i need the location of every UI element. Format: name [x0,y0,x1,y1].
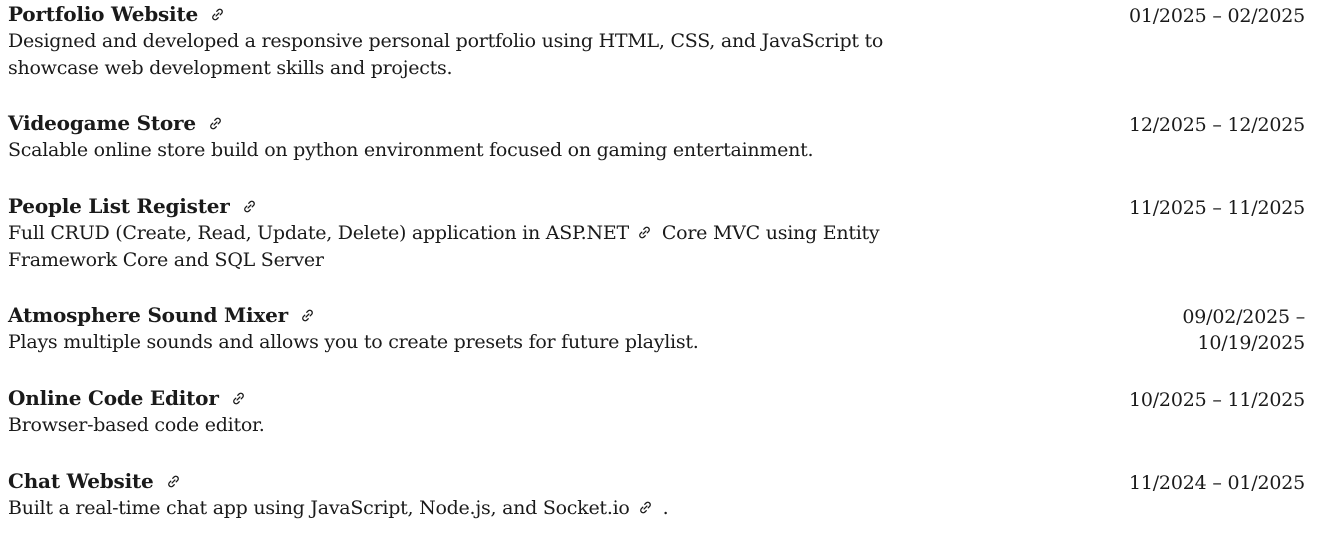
project-date: 11/2024 – 01/2025 [1128,472,1305,494]
project-title-text: Atmosphere Sound Mixer [8,303,288,327]
project-description: Browser-based code editor. [8,414,265,436]
project-date: 09/02/2025 – 10/19/2025 [1182,306,1305,354]
project-people-list-register: People List Register 11/2025 – 11/2025 F… [8,193,1305,274]
project-description: Scalable online store build on python en… [8,139,814,161]
link-icon[interactable] [208,116,223,131]
project-atmosphere-sound-mixer: Atmosphere Sound Mixer 09/02/2025 – 10/1… [8,302,1305,356]
link-icon[interactable] [242,199,257,214]
project-header: Online Code Editor 10/2025 – 11/2025 [8,385,1305,412]
link-icon[interactable] [210,7,225,22]
project-title-text: Chat Website [8,469,154,493]
project-portfolio-website: Portfolio Website 01/2025 – 02/2025 Desi… [8,1,1305,82]
project-title: Atmosphere Sound Mixer [8,302,315,329]
project-description: Designed and developed a responsive pers… [8,30,884,79]
description-text: Built a real-time chat app using JavaScr… [8,497,630,519]
project-title-text: Videogame Store [8,111,196,135]
project-title: People List Register [8,193,257,220]
project-title: Chat Website [8,468,181,495]
projects-section: Portfolio Website 01/2025 – 02/2025 Desi… [0,0,1318,545]
link-icon[interactable] [166,474,181,489]
project-chat-website: Chat Website 11/2024 – 01/2025 Built a r… [8,468,1305,522]
link-icon[interactable] [231,391,246,406]
description-text: . [662,497,669,519]
project-header: Atmosphere Sound Mixer 09/02/2025 – 10/1… [8,302,1305,354]
project-videogame-store: Videogame Store 12/2025 – 12/2025 Scalab… [8,110,1305,164]
project-header: Videogame Store 12/2025 – 12/2025 [8,110,1305,137]
project-title-text: People List Register [8,194,230,218]
project-header: People List Register 11/2025 – 11/2025 [8,193,1305,220]
project-title: Portfolio Website [8,1,225,28]
link-icon[interactable] [300,308,315,323]
project-date: 01/2025 – 02/2025 [1128,5,1305,27]
project-description: Full CRUD (Create, Read, Update, Delete)… [8,220,988,274]
link-icon[interactable] [638,500,653,515]
link-icon[interactable] [637,225,652,240]
project-date: 11/2025 – 11/2025 [1128,197,1305,219]
description-text: Full CRUD (Create, Read, Update, Delete)… [8,222,629,244]
project-header: Portfolio Website 01/2025 – 02/2025 [8,1,1305,28]
project-date: 12/2025 – 12/2025 [1128,114,1305,136]
project-title-text: Online Code Editor [8,386,219,410]
project-online-code-editor: Online Code Editor 10/2025 – 11/2025 Bro… [8,385,1305,439]
project-title: Online Code Editor [8,385,246,412]
project-title: Videogame Store [8,110,223,137]
project-description: Plays multiple sounds and allows you to … [8,331,699,353]
project-title-text: Portfolio Website [8,2,199,26]
project-header: Chat Website 11/2024 – 01/2025 [8,468,1305,495]
project-description: Built a real-time chat app using JavaScr… [8,495,988,522]
project-date: 10/2025 – 11/2025 [1128,389,1305,411]
